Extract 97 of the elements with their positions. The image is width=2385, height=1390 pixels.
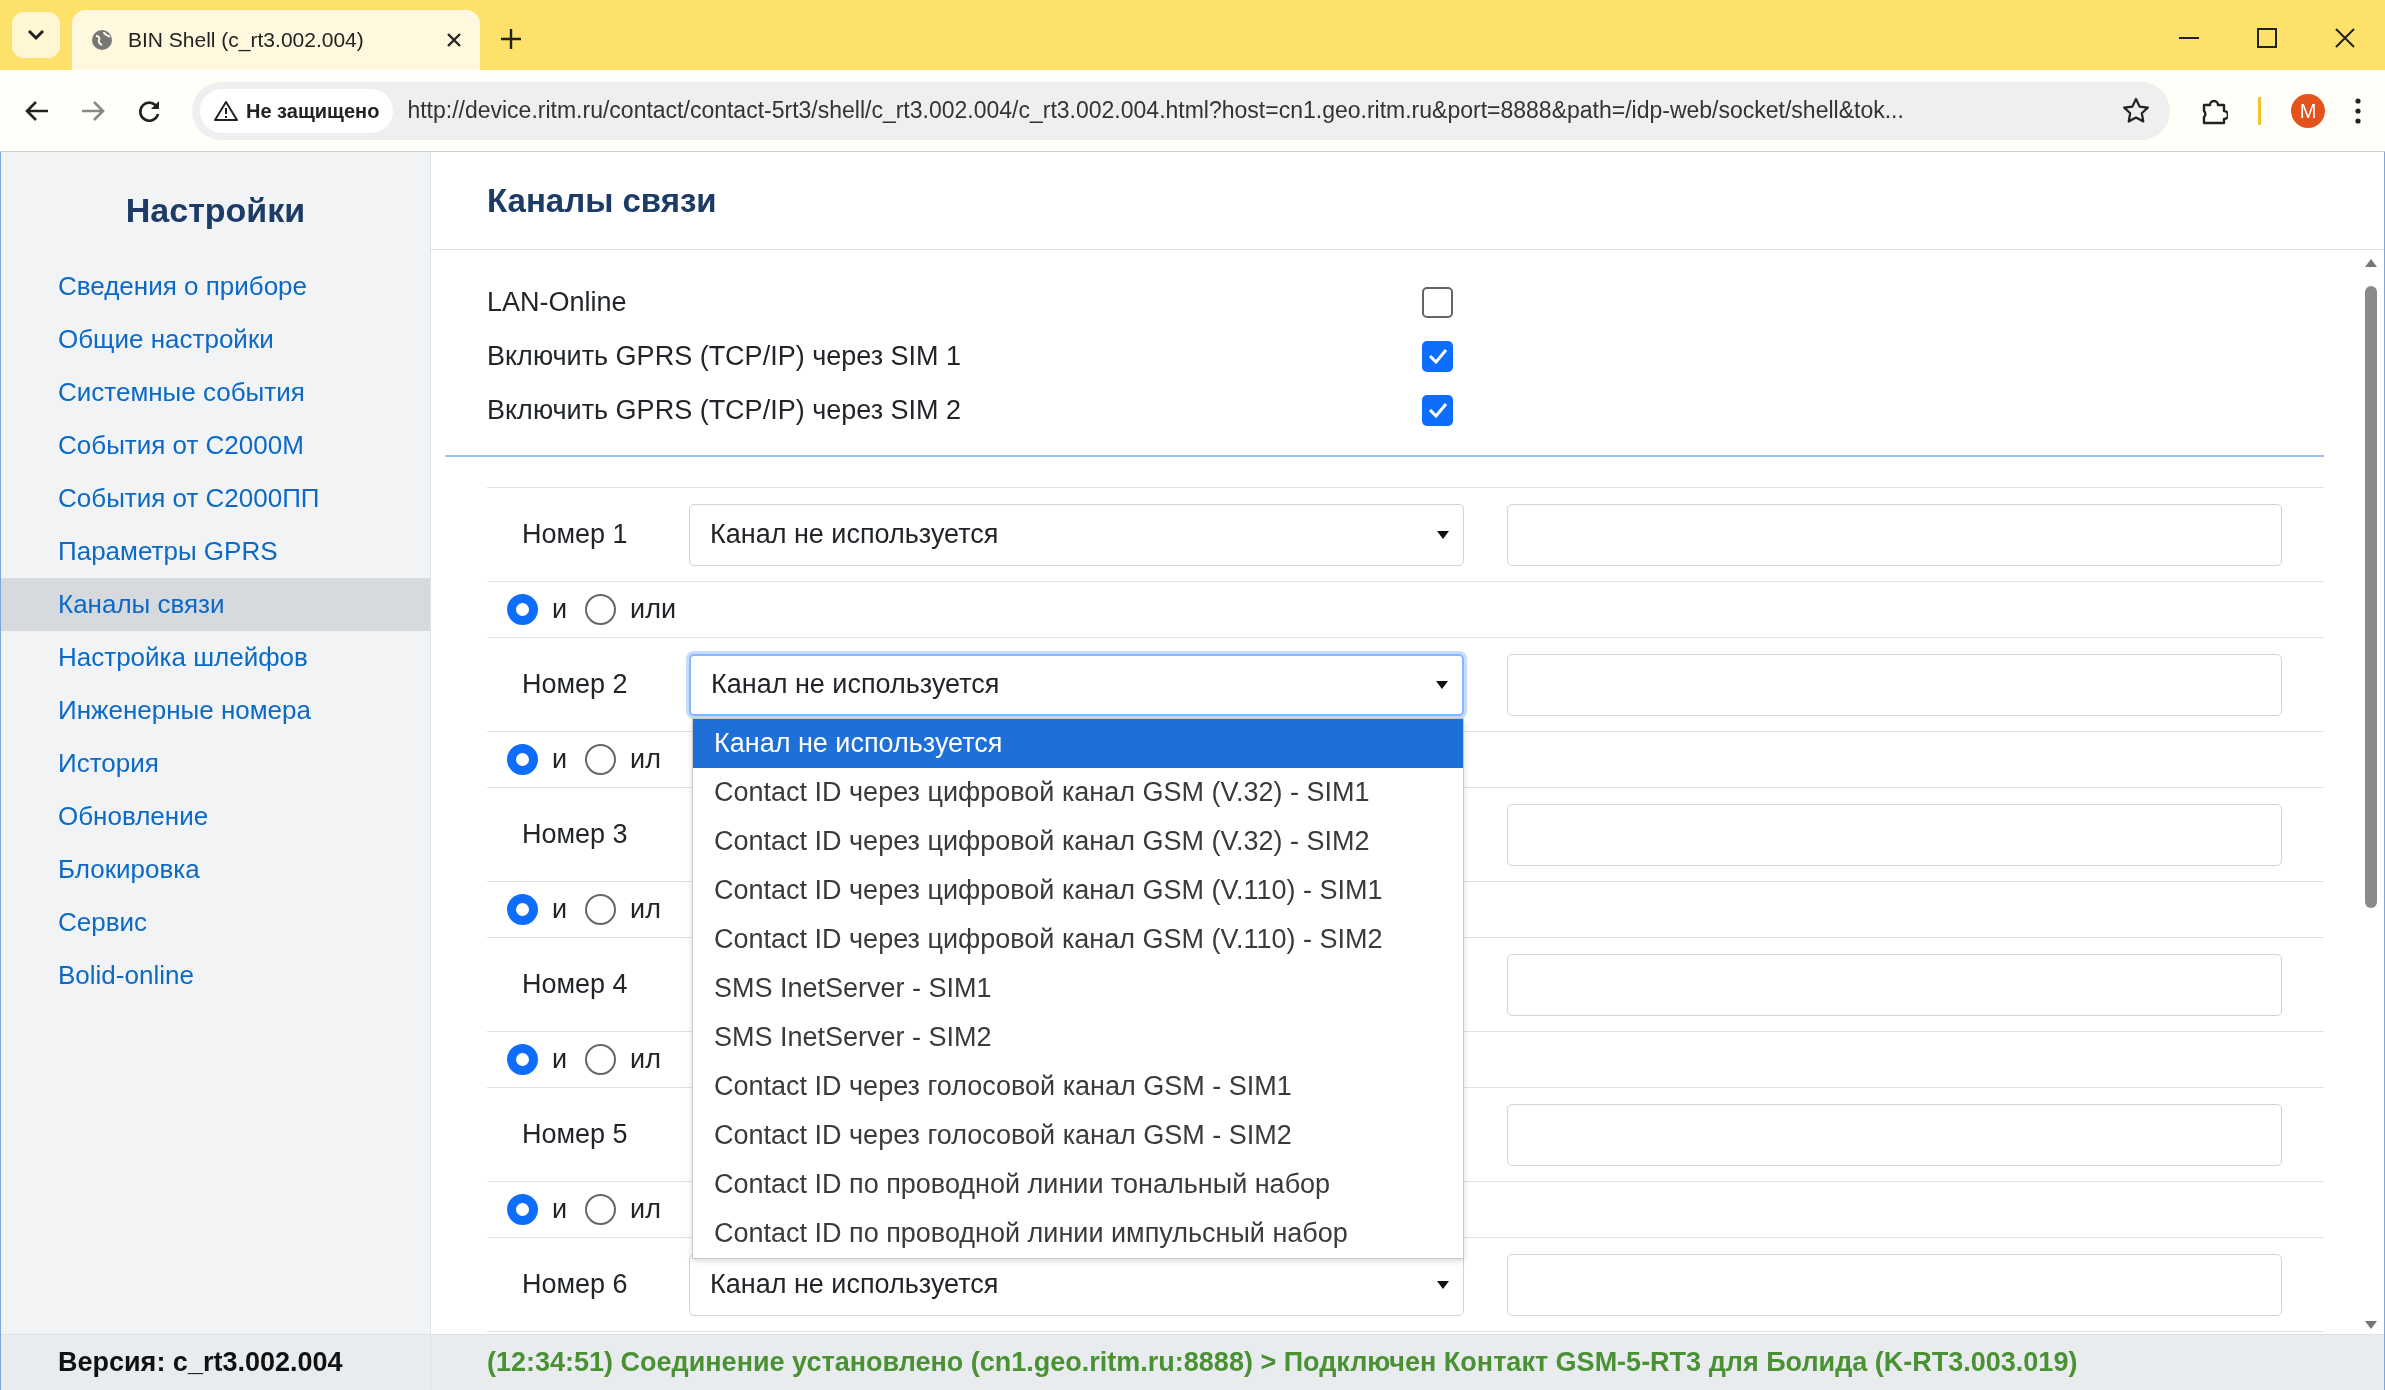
dropdown-option[interactable]: Contact ID через голосовой канал GSM - SIM1 [693,1061,1463,1111]
phone-input[interactable] [1507,1253,2282,1316]
profile-avatar[interactable]: M [2291,93,2325,128]
radio-label: и [552,743,568,777]
number-label: Номер 2 [521,668,629,702]
radio-button[interactable] [585,894,617,925]
channel-select[interactable]: Канал не используется [689,503,1464,566]
radio-button[interactable] [507,1194,538,1225]
sidebar-link[interactable]: Системные события [1,366,430,419]
sidebar-title: Настройки [125,190,306,231]
dropdown-option[interactable]: Contact ID через цифровой канал GSM (V.32) - SIM1 [693,767,1463,817]
channel-select[interactable]: Канал не используется [689,653,1464,716]
browser-tab[interactable]: BIN Shell (c_rt3.002.004) [72,10,480,70]
radio-label: и [552,593,568,627]
radio-button[interactable] [585,1044,617,1075]
sidebar-link[interactable]: Сервис [1,896,430,949]
sidebar-link[interactable]: События от С2000ПП [1,472,430,525]
number-label: Номер 4 [521,968,629,1002]
dropdown-option[interactable]: Contact ID через цифровой канал GSM (V.32) - SIM2 [693,816,1463,866]
sidebar-link[interactable]: Общие настройки [1,313,430,366]
caret-icon [1437,1279,1449,1290]
address-bar[interactable]: Не защищено http://device.ritm.ru/contact/contact-5rt3/shell/c_rt3.002.004/c_rt3.002.004.html?host=cn1.geo.ritm.ru&port=8888&path=/idp-web/socket/shell&tok... [192,81,2170,140]
number-label: Номер 6 [521,1268,629,1302]
close-window-icon[interactable] [2335,28,2355,48]
version-text: Версия: c_rt3.002.004 [58,1346,343,1380]
scroll-down-icon[interactable] [2364,1320,2378,1330]
radio-button[interactable] [585,594,617,625]
scroll-up-icon[interactable] [2364,258,2378,268]
radio-label: ил [630,1193,661,1227]
sidebar-link[interactable]: События от С2000М [1,419,430,472]
sidebar-link[interactable]: Bolid-online [1,949,430,1002]
sidebar-link[interactable]: Настройка шлейфов [1,631,430,684]
dropdown-option[interactable]: Contact ID через цифровой канал GSM (V.110) - SIM2 [693,914,1463,964]
page-title: Каналы связи [487,180,717,221]
caret-icon [1437,529,1449,540]
radio-button[interactable] [507,594,538,625]
number-label: Номер 1 [521,518,629,552]
scrollbar[interactable] [2362,258,2380,1330]
sidebar-link[interactable]: История [1,737,430,790]
phone-input[interactable] [1507,653,2282,716]
dropdown-option[interactable]: Contact ID через голосовой канал GSM - SIM2 [693,1110,1463,1160]
checkbox[interactable] [1422,286,1453,318]
radio-label: ил [630,743,661,777]
sidebar-link[interactable]: Сведения о приборе [1,260,430,313]
radio-label: и [552,1193,568,1227]
tab-title: BIN Shell (c_rt3.002.004) [128,27,365,54]
dropdown-option[interactable]: SMS InetServer - SIM1 [693,963,1463,1013]
sidebar-link[interactable]: Блокировка [1,843,430,896]
checkbox[interactable] [1422,394,1453,426]
chevron-down-icon [27,29,45,41]
sidebar-link[interactable]: Каналы связи [1,578,430,631]
check-icon [1427,348,1448,364]
checkbox[interactable] [1422,340,1453,372]
status-text: (12:34:51) Соединение установлено (cn1.geo.ritm.ru:8888) > Подключен Контакт GSM-5-RT3 для Болида (K-RT3.003.019) [487,1346,2078,1380]
radio-button[interactable] [507,1044,538,1075]
dropdown-option[interactable]: SMS InetServer - SIM2 [693,1012,1463,1062]
radio-label: ил [630,1043,661,1077]
tab-search-button[interactable] [12,12,60,58]
radio-button[interactable] [585,744,617,775]
number-label: Номер 3 [521,818,629,852]
radio-button[interactable] [585,1194,617,1225]
channel-select[interactable]: Канал не используется [689,1253,1464,1316]
phone-input[interactable] [1507,1103,2282,1166]
radio-button[interactable] [507,894,538,925]
check-icon [1427,402,1448,418]
number-label: Номер 5 [521,1118,629,1152]
security-chip[interactable]: Не защищено [200,88,394,133]
sidebar-link[interactable]: Обновление [1,790,430,843]
radio-label: и [552,893,568,927]
sidebar-link[interactable]: Инженерные номера [1,684,430,737]
radio-label: ил [630,893,661,927]
scroll-thumb[interactable] [2365,286,2377,908]
dropdown-option[interactable]: Contact ID через цифровой канал GSM (V.110) - SIM1 [693,865,1463,915]
warning-icon [214,99,238,122]
dropdown-option[interactable]: Contact ID по проводной линии тональный набор [693,1159,1463,1209]
dropdown-option[interactable]: Канал не используется [693,718,1463,768]
close-icon[interactable] [446,32,462,48]
back-icon[interactable] [24,98,50,123]
phone-input[interactable] [1507,953,2282,1016]
radio-label: или [630,593,676,627]
new-tab-icon[interactable] [500,28,522,50]
globe-icon [90,28,114,52]
forward-icon[interactable] [80,98,106,123]
radio-button[interactable] [507,744,538,775]
url-text: http://device.ritm.ru/contact/contact-5rt3/shell/c_rt3.002.004/c_rt3.002.004.html?host=cn1.geo.ritm.ru&port=8888&path=/idp-web/socket/shell&tok... [407,96,1905,126]
phone-input[interactable] [1507,803,2282,866]
option-label: LAN-Online [487,285,628,319]
minimize-icon[interactable] [2179,36,2199,40]
star-icon[interactable] [2122,96,2150,125]
phone-input[interactable] [1507,503,2282,566]
menu-icon[interactable] [2355,97,2361,124]
option-label: Включить GPRS (TCP/IP) через SIM 2 [487,393,963,427]
maximize-icon[interactable] [2257,28,2277,48]
radio-label: и [552,1043,568,1077]
option-label: Включить GPRS (TCP/IP) через SIM 1 [487,339,963,373]
caret-icon [1436,679,1448,690]
sidebar-link[interactable]: Параметры GPRS [1,525,430,578]
